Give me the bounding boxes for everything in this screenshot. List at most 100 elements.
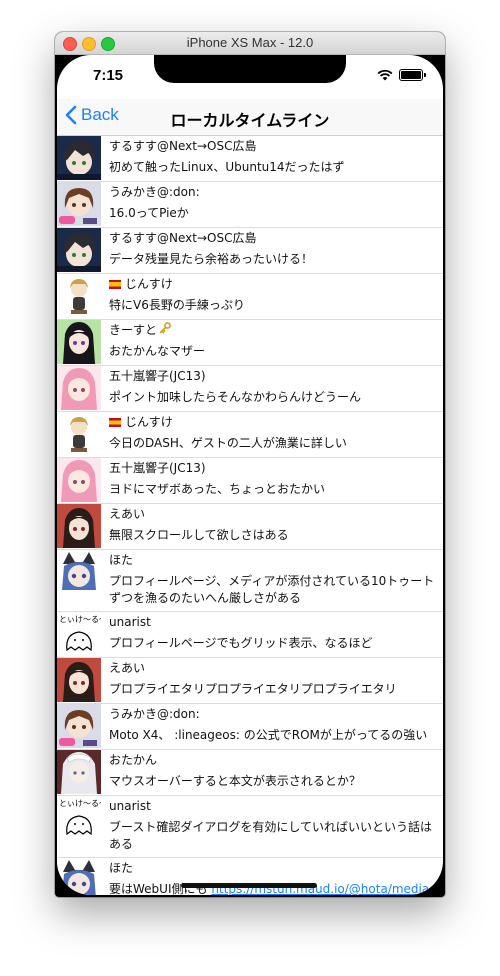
status-text: 無限スクロールして欲しさはある [109, 528, 289, 542]
display-name-text: じんすけ [125, 277, 173, 291]
timeline-row[interactable]: きーすとおたかんなマザー [57, 320, 443, 366]
svg-text:とぃけ～る～: とぃけ～る～ [59, 799, 101, 808]
timeline-row[interactable]: ほたプロフィールページ、メディアが添付されている10トゥートずつを漁るのたいへん… [57, 550, 443, 612]
avatar[interactable] [57, 458, 101, 502]
avatar[interactable] [57, 182, 101, 226]
avatar[interactable] [57, 412, 101, 456]
status-time: 7:15 [93, 67, 124, 84]
display-name[interactable]: unarist [109, 796, 439, 816]
display-name-text: するすす@Next→OSC広島 [109, 139, 257, 153]
display-name[interactable]: うみかき@:don: [109, 704, 439, 724]
avatar[interactable] [57, 504, 101, 548]
display-name[interactable]: じんすけ [109, 274, 439, 294]
status-content: unarist ブースト確認ダイアログを有効にしていればいいという話はある [57, 796, 443, 857]
avatar[interactable] [57, 550, 101, 594]
display-name-text: するすす@Next→OSC広島 [109, 231, 257, 245]
display-name-text: ほた [109, 553, 134, 567]
navigation-bar: Back ローカルタイムライン [57, 99, 443, 136]
status-content: じんすけ今日のDASH、ゲストの二人が漁業に詳しい [57, 412, 443, 456]
timeline-row[interactable]: とぃけ～る～ unarist プロフィールページでもグリッド表示、なるほど [57, 612, 443, 658]
display-name[interactable]: じんすけ [109, 412, 439, 432]
avatar[interactable] [57, 320, 101, 364]
phone-notch [154, 55, 346, 83]
display-name[interactable]: うみかき@:don: [109, 182, 439, 202]
simulator-window: iPhone XS Max - 12.0 7:15 Back ローカルタイムライ… [55, 32, 445, 897]
avatar[interactable]: とぃけ～る～ [57, 796, 101, 840]
status-content: うみかき@:don: 16.0ってPieか [57, 182, 443, 226]
timeline-row[interactable]: とぃけ～る～ unarist ブースト確認ダイアログを有効にしていればいいという話は… [57, 796, 443, 858]
avatar[interactable] [57, 704, 101, 748]
display-name-text: えあい [109, 507, 146, 521]
display-name[interactable]: おたかん [109, 750, 439, 770]
timeline-row[interactable]: えあい プロプライエタリプロプライエタリプロプライエタリ [57, 658, 443, 704]
status-content: じんすけ特にV6長野の手練っぷり [57, 274, 443, 318]
status-content: するすす@Next→OSC広島初めて触ったLinux、Ubuntu14だったはず [57, 136, 443, 180]
timeline-row[interactable]: おたかん マウスオーバーすると本文が表示されるとか？ [57, 750, 443, 796]
timeline-row[interactable]: ほた 要はWebUI側にも https://mstdn.maud.io/@hota… [57, 858, 443, 895]
display-name[interactable]: きーすと [109, 320, 439, 340]
timeline-row[interactable]: うみかき@:don: 16.0ってPieか [57, 182, 443, 228]
timeline-row[interactable]: するすす@Next→OSC広島初めて触ったLinux、Ubuntu14だったはず [57, 136, 443, 182]
timeline-row[interactable]: じんすけ特にV6長野の手練っぷり [57, 274, 443, 320]
avatar[interactable] [57, 366, 101, 410]
status-content: ほた 要はWebUI側にも https://mstdn.maud.io/@hota… [57, 858, 443, 895]
status-text: プロフィールページ、メディアが添付されている10トゥートずつを漁るのたいへん厳し… [109, 574, 435, 605]
display-name[interactable]: するすす@Next→OSC広島 [109, 136, 439, 156]
display-name[interactable]: ほた [109, 858, 439, 878]
key-icon [159, 320, 171, 340]
status-content: 五十嵐響子(JC13) ヨドにマザボあった、ちょっとおたかい [57, 458, 443, 502]
display-name-text: うみかき@:don: [109, 185, 200, 199]
display-name-text: 五十嵐響子(JC13) [109, 461, 206, 475]
status-text: プロフィールページでもグリッド表示、なるほど [109, 636, 373, 650]
status-content: unarist プロフィールページでもグリッド表示、なるほど [57, 612, 443, 656]
status-text: Moto X4、 :lineageos: の公式でROMが上がってるの強い [109, 728, 428, 742]
page-title: ローカルタイムライン [170, 111, 330, 130]
home-indicator[interactable] [181, 883, 317, 888]
wifi-icon [377, 69, 393, 81]
status-text: おたかんなマザー [109, 344, 206, 358]
phone-screen: 7:15 Back ローカルタイムライン するすす@Next→OSC広島初めて触… [57, 55, 443, 895]
timeline-row[interactable]: 五十嵐響子(JC13) ヨドにマザボあった、ちょっとおたかい [57, 458, 443, 504]
avatar[interactable] [57, 274, 101, 318]
status-text: ポイント加味したらそんなかわらんけどうーん [109, 390, 362, 404]
avatar[interactable] [57, 658, 101, 702]
window-titlebar: iPhone XS Max - 12.0 [55, 32, 445, 55]
svg-text:とぃけ～る～: とぃけ～る～ [59, 615, 101, 624]
display-name[interactable]: えあい [109, 658, 439, 678]
display-name[interactable]: えあい [109, 504, 439, 524]
display-name[interactable]: ほた [109, 550, 439, 570]
display-name-text: おたかん [109, 753, 158, 767]
avatar[interactable] [57, 750, 101, 794]
display-name-text: unarist [109, 799, 151, 813]
timeline-row[interactable]: 五十嵐響子(JC13) ポイント加味したらそんなかわらんけどうーん [57, 366, 443, 412]
avatar[interactable] [57, 228, 101, 272]
status-content: うみかき@:don: Moto X4、 :lineageos: の公式でROMが上… [57, 704, 443, 748]
avatar[interactable]: とぃけ～る～ [57, 612, 101, 656]
status-text: 今日のDASH、ゲストの二人が漁業に詳しい [109, 436, 347, 450]
timeline-row[interactable]: するすす@Next→OSC広島 データ残量見たら余裕あったいける！ [57, 228, 443, 274]
timeline-list[interactable]: するすす@Next→OSC広島 初めて触ったLinux、Ubuntu14だったはず… [57, 136, 443, 895]
spain-flag-icon [109, 280, 121, 289]
avatar[interactable] [57, 136, 101, 180]
display-name-text: ほた [109, 861, 134, 875]
window-title: iPhone XS Max - 12.0 [186, 35, 314, 50]
display-name[interactable]: するすす@Next→OSC広島 [109, 228, 439, 248]
display-name-text: きーすと [109, 323, 158, 337]
avatar[interactable] [57, 858, 101, 895]
status-text: ブースト確認ダイアログを有効にしていればいいという話はある [109, 820, 433, 851]
status-content: きーすとおたかんなマザー [57, 320, 443, 364]
display-name[interactable]: unarist [109, 612, 439, 632]
timeline-row[interactable]: うみかき@:don: Moto X4、 :lineageos: の公式でROMが上… [57, 704, 443, 750]
display-name-text: unarist [109, 615, 151, 629]
status-text: 初めて触ったLinux、Ubuntu14だったはず [109, 160, 345, 174]
timeline-row[interactable]: じんすけ今日のDASH、ゲストの二人が漁業に詳しい [57, 412, 443, 458]
status-text: 16.0ってPieか [109, 206, 189, 220]
display-name[interactable]: 五十嵐響子(JC13) [109, 458, 439, 478]
display-name-text: えあい [109, 661, 146, 675]
display-name-text: 五十嵐響子(JC13) [109, 369, 206, 383]
spain-flag-icon [109, 418, 121, 427]
status-text: ヨドにマザボあった、ちょっとおたかい [109, 482, 326, 496]
status-text: 特にV6長野の手練っぷり [109, 298, 245, 312]
timeline-row[interactable]: えあい無限スクロールして欲しさはある [57, 504, 443, 550]
display-name[interactable]: 五十嵐響子(JC13) [109, 366, 439, 386]
